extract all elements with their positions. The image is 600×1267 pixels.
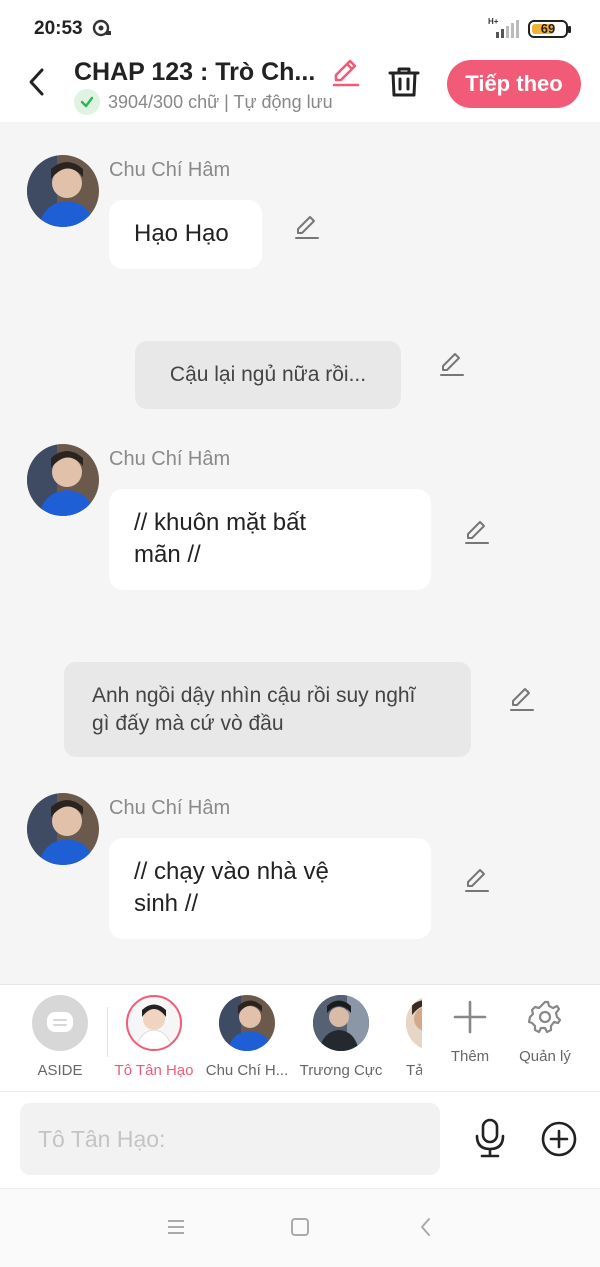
character-truong-cuc[interactable]: Trương Cực [296,995,386,1079]
divider [107,1007,108,1057]
screen-record-icon [92,19,111,37]
edit-message-icon[interactable] [463,518,491,546]
speaker-avatar[interactable] [27,155,99,227]
character-label: ASIDE [37,1062,83,1079]
aside-icon [32,995,88,1051]
manage-characters-label: Quản lý [519,1048,571,1065]
word-count-autosave: 3904/300 chữ | Tự động lưu [108,91,333,112]
dialogue-line: Hạo Hạo [134,220,229,247]
speaker-avatar[interactable] [27,444,99,516]
character-to-tan-hao[interactable]: Tô Tân Hạo [109,995,199,1079]
dialogue-line: mãn // [134,541,201,568]
manage-characters-button[interactable]: Quản lý [510,999,580,1065]
dialogue-bubble[interactable]: // chạy vào nhà vệ sinh // [109,838,431,939]
character-avatar [219,995,275,1051]
narration-line: Cậu lại ngủ nữa rồi... [169,363,367,386]
character-chu-chi-ham[interactable]: Chu Chí H... [202,995,292,1079]
dialogue-line: // chạy vào nhà vệ [134,858,329,885]
edit-message-icon[interactable] [438,350,466,378]
message-input[interactable] [20,1103,440,1175]
speaker-avatar[interactable] [27,793,99,865]
character-ta[interactable]: Tả [388,995,422,1075]
narration-line: gì đấy mà cứ vò đầu [92,712,284,735]
avatar-photo [27,444,99,516]
status-bar: 20:53 H+ 69 [0,0,600,56]
speaker-name: Chu Chí Hâm [109,448,231,470]
edit-message-icon[interactable] [463,866,491,894]
home-nav-icon[interactable] [288,1215,312,1239]
chapter-title[interactable]: CHAP 123 : Trò Ch... [74,58,324,87]
character-selector: ASIDE Tô Tân Hạo Chu Chí H... Trương Cực… [0,984,600,1092]
status-time: 20:53 [34,18,83,39]
narration-bubble[interactable]: Cậu lại ngủ nữa rồi... [135,341,401,409]
avatar-photo [27,155,99,227]
character-label: Trương Cực [299,1062,383,1079]
system-nav-bar [0,1188,600,1267]
add-character-label: Thêm [450,1048,490,1065]
dialogue-line: sinh // [134,890,199,917]
next-button[interactable]: Tiếp theo [447,60,581,108]
speaker-name: Chu Chí Hâm [109,797,231,819]
microphone-icon[interactable] [472,1118,508,1158]
edit-message-icon[interactable] [508,685,536,713]
composer [0,1092,600,1188]
character-avatar [126,995,182,1051]
character-label: Chu Chí H... [205,1062,289,1079]
editor-header: CHAP 123 : Trò Ch... 3904/300 chữ | Tự đ… [0,56,600,122]
back-nav-icon[interactable] [414,1215,438,1239]
gear-icon [527,1000,562,1034]
saved-check-icon [74,89,100,115]
chat-area[interactable]: Chu Chí Hâm Hạo Hạo Cậu lại ngủ nữa rồi.… [0,122,600,984]
menu-nav-icon[interactable] [164,1215,188,1239]
character-label: Tả [406,1062,422,1075]
trash-icon[interactable] [386,64,422,100]
dialogue-bubble[interactable]: // khuôn mặt bất mãn // [109,489,431,590]
battery-level: 69 [540,21,556,36]
add-media-icon[interactable] [540,1120,578,1158]
word-count-row: 3904/300 chữ | Tự động lưu [74,89,333,115]
edit-message-icon[interactable] [293,213,321,241]
character-avatar [313,995,369,1051]
signal-icon [496,20,519,38]
avatar-photo [27,793,99,865]
narration-bubble[interactable]: Anh ngồi dậy nhìn cậu rồi suy nghĩ gì đấ… [64,662,471,757]
edit-title-icon[interactable] [330,56,362,88]
character-label: Tô Tân Hạo [114,1062,194,1079]
back-arrow-icon[interactable] [22,64,54,100]
character-aside[interactable]: ASIDE [15,995,105,1079]
speaker-name: Chu Chí Hâm [109,159,231,181]
dialogue-line: // khuôn mặt bất [134,509,307,536]
battery-icon: 69 [528,20,571,38]
plus-icon [453,1000,487,1034]
character-avatar [406,995,422,1051]
add-character-button[interactable]: Thêm [435,999,505,1065]
narration-line: Anh ngồi dậy nhìn cậu rồi suy nghĩ [92,684,416,707]
dialogue-bubble[interactable]: Hạo Hạo [109,200,262,269]
